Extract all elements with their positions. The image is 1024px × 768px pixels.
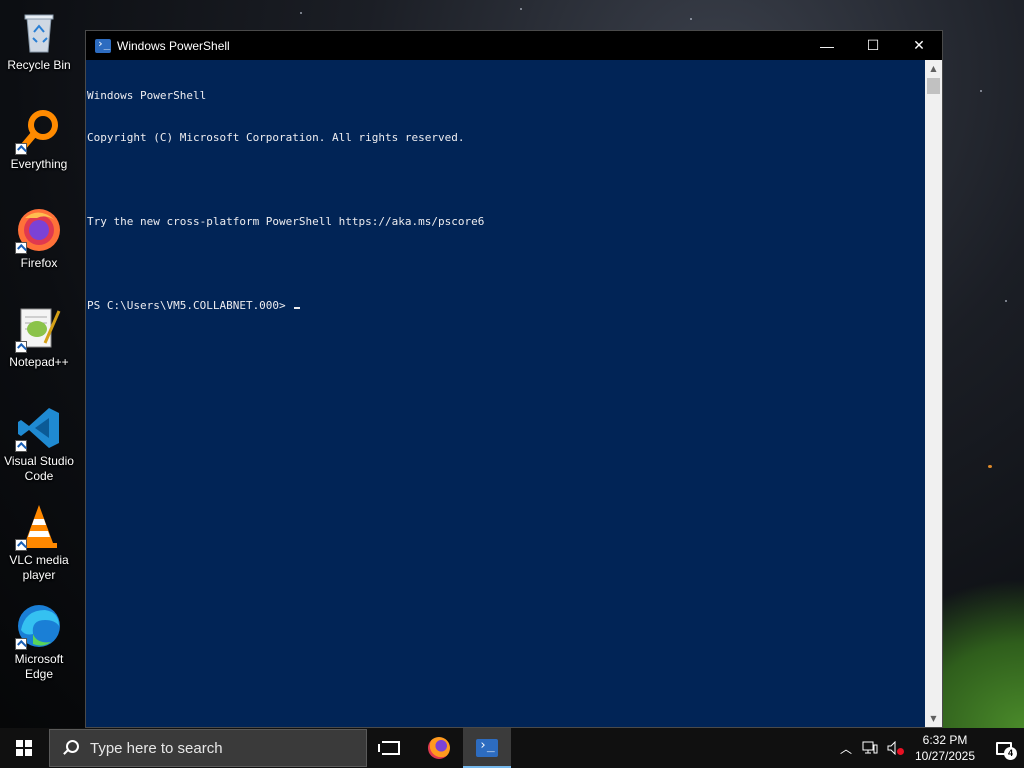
desktop-icon-firefox[interactable]: Firefox — [2, 206, 76, 271]
system-tray: ︿ 6:32 PM 10/27/2025 4 — [834, 728, 1024, 768]
taskbar-powershell-button[interactable] — [463, 728, 511, 768]
console-line: Try the new cross-platform PowerShell ht… — [87, 215, 485, 228]
clock-time: 6:32 PM — [922, 733, 968, 747]
desktop-wallpaper-light — [988, 465, 992, 468]
window-title: Windows PowerShell — [117, 38, 230, 53]
show-hidden-icons-chevron-up-icon[interactable]: ︿ — [834, 728, 858, 768]
network-icon[interactable] — [858, 728, 882, 768]
powershell-icon — [476, 738, 498, 757]
vlc-icon — [15, 503, 63, 551]
shortcut-arrow-icon — [15, 242, 27, 254]
notification-count-badge: 4 — [1004, 747, 1017, 760]
powershell-icon[interactable] — [95, 37, 111, 53]
wallpaper-star — [980, 90, 982, 92]
windows-logo-icon — [16, 740, 32, 756]
desktop-icon-vlc[interactable]: VLC media player — [2, 503, 76, 583]
task-view-icon — [378, 741, 400, 755]
mute-indicator-icon — [897, 748, 904, 755]
clock-date: 10/27/2025 — [914, 749, 976, 763]
firefox-icon — [15, 206, 63, 254]
vscode-icon — [15, 404, 63, 452]
console-line: Windows PowerShell — [87, 89, 207, 102]
desktop-icon-label: Everything — [10, 157, 68, 171]
shortcut-arrow-icon — [15, 341, 27, 353]
recycle-bin-icon — [15, 8, 63, 56]
taskbar-firefox-button[interactable] — [415, 728, 463, 768]
volume-muted-icon[interactable] — [882, 728, 906, 768]
minimize-button[interactable]: — — [804, 31, 850, 60]
shortcut-arrow-icon — [15, 539, 27, 551]
desktop-icon-label: Notepad++ — [9, 355, 69, 369]
close-button[interactable]: ✕ — [896, 31, 942, 60]
taskbar-search-box[interactable]: Type here to search — [49, 729, 367, 767]
wallpaper-star — [1005, 300, 1007, 302]
search-placeholder: Type here to search — [90, 739, 223, 757]
wallpaper-star — [300, 12, 302, 14]
shortcut-arrow-icon — [15, 638, 27, 650]
scrollbar-thumb[interactable] — [927, 78, 940, 94]
taskbar: Type here to search ︿ 6:32 PM 10/27/2025… — [0, 728, 1024, 768]
desktop-icon-edge[interactable]: Microsoft Edge — [2, 602, 76, 682]
desktop-icon-label: Microsoft Edge — [14, 652, 64, 681]
everything-search-icon — [15, 107, 63, 155]
taskbar-clock[interactable]: 6:32 PM 10/27/2025 — [906, 732, 984, 764]
text-cursor — [294, 307, 301, 309]
desktop-icon-label: Recycle Bin — [7, 58, 71, 72]
console-prompt: PS C:\Users\VM5.COLLABNET.000> — [87, 299, 293, 312]
firefox-icon — [428, 737, 450, 759]
vertical-scrollbar[interactable]: ▲ ▼ — [925, 60, 942, 727]
desktop-icon-label: Firefox — [20, 256, 58, 270]
powershell-window[interactable]: Windows PowerShell — ☐ ✕ Windows PowerSh… — [85, 30, 943, 728]
console-prompt-line[interactable]: PS C:\Users\VM5.COLLABNET.000> — [87, 299, 925, 313]
notepad-plus-plus-icon — [15, 305, 63, 353]
task-view-button[interactable] — [367, 728, 415, 768]
action-center-button[interactable]: 4 — [984, 728, 1024, 768]
console-line: Copyright (C) Microsoft Corporation. All… — [87, 131, 465, 144]
desktop-icon-vscode[interactable]: Visual Studio Code — [2, 404, 76, 484]
shortcut-arrow-icon — [15, 143, 27, 155]
desktop-icon-label: Visual Studio Code — [4, 454, 74, 483]
shortcut-arrow-icon — [15, 440, 27, 452]
desktop-icon-label: VLC media player — [9, 553, 69, 582]
scroll-up-arrow-icon[interactable]: ▲ — [925, 60, 942, 77]
wallpaper-star — [520, 8, 522, 10]
wallpaper-star — [690, 18, 692, 20]
edge-icon — [15, 602, 63, 650]
console-output[interactable]: Windows PowerShell Copyright (C) Microso… — [86, 60, 925, 727]
desktop-icon-everything[interactable]: Everything — [2, 107, 76, 172]
start-button[interactable] — [0, 728, 48, 768]
maximize-button[interactable]: ☐ — [850, 31, 896, 60]
window-titlebar[interactable]: Windows PowerShell — ☐ ✕ — [86, 31, 942, 60]
search-icon — [62, 740, 79, 756]
desktop-icon-notepad-plus-plus[interactable]: Notepad++ — [2, 305, 76, 370]
scroll-down-arrow-icon[interactable]: ▼ — [925, 710, 942, 727]
desktop-icon-recycle-bin[interactable]: Recycle Bin — [2, 8, 76, 73]
